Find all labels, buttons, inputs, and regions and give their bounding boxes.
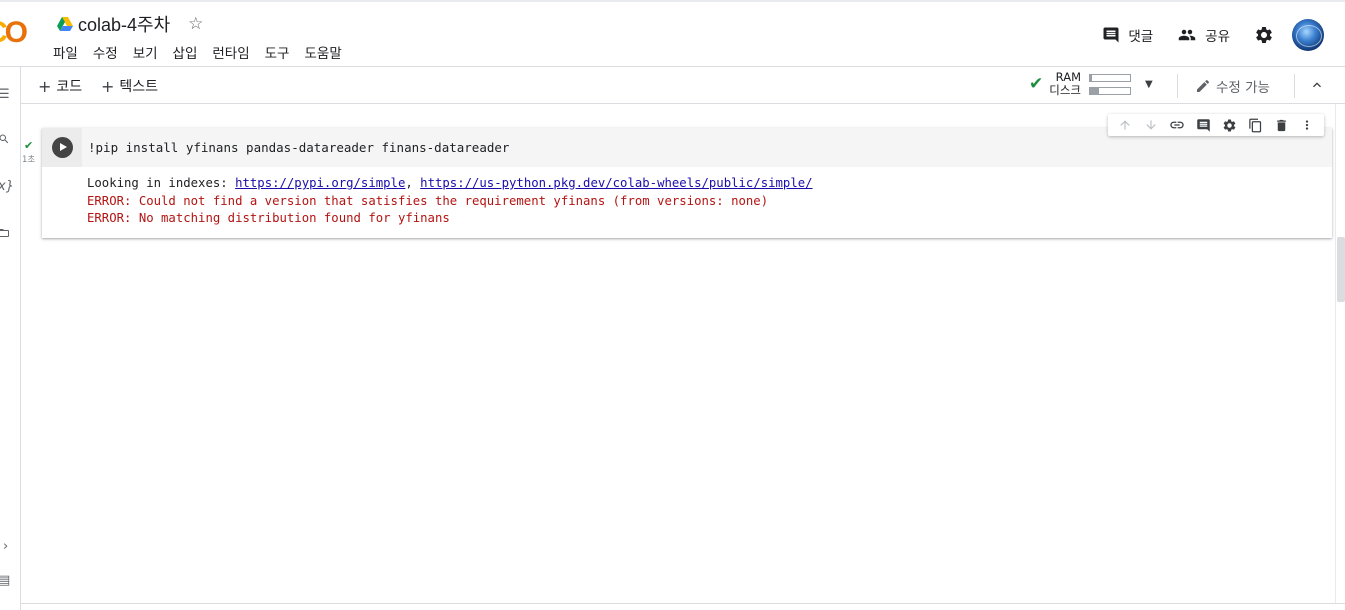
notebook-toolbar: + 코드 + 텍스트 ✔ RAM 디스크 ▼ 수정 가능 [21,67,1345,104]
resource-labels: RAM 디스크 [1049,71,1081,97]
output-separator: , [405,176,421,190]
output-prefix: Looking in indexes: [87,176,236,190]
edit-mode-label: 수정 가능 [1216,80,1270,96]
status-bar [21,603,1345,610]
gear-icon[interactable] [1254,25,1274,45]
scrollbar-thumb[interactable] [1337,237,1345,302]
left-rail: ☰ x} › ▤ [0,67,21,610]
output-error-1: ERROR: Could not find a version that sat… [87,193,769,208]
add-code-button[interactable]: + 코드 [38,76,82,96]
header-top-border [0,0,1345,2]
plus-icon: + [101,76,115,96]
share-label: 공유 [1205,29,1230,45]
terminal-icon[interactable]: ▤ [0,573,10,588]
move-down-icon[interactable] [1142,116,1160,134]
cell-gutter [42,128,82,167]
cell-settings-icon[interactable] [1220,116,1238,134]
pypi-link[interactable]: https://pypi.org/simple [235,176,405,190]
edit-mode-button[interactable]: 수정 가능 [1195,76,1270,96]
menu-tools[interactable]: 도구 [265,42,290,62]
toolbar-divider [1294,74,1295,98]
plus-icon: + [38,76,52,96]
resources-dropdown-icon[interactable]: ▼ [1145,79,1153,90]
colab-logo[interactable]: CO [0,16,28,50]
cell-success-check-icon: ✔ [24,139,34,152]
star-icon[interactable]: ☆ [188,14,203,34]
mirror-cell-icon[interactable] [1246,116,1264,134]
output-error-2: ERROR: No matching distribution found fo… [87,211,450,225]
link-icon[interactable] [1168,116,1186,134]
account-avatar[interactable] [1292,19,1324,51]
variables-icon[interactable]: x} [0,179,14,194]
delete-icon[interactable] [1272,116,1290,134]
menu-edit[interactable]: 수정 [93,42,118,62]
comment-label: 댓글 [1128,29,1154,45]
toc-icon[interactable]: ☰ [0,87,10,102]
code-cell[interactable]: !pip install yfinans pandas-datareader f… [42,128,1332,238]
code-text[interactable]: !pip install yfinans pandas-datareader f… [88,140,509,155]
add-text-label: 텍스트 [119,79,159,95]
add-text-button[interactable]: + 텍스트 [101,76,158,96]
colab-wheels-link[interactable]: https://us-python.pkg.dev/colab-wheels/p… [420,176,812,190]
move-up-icon[interactable] [1116,116,1134,134]
people-icon [1178,29,1196,41]
more-vert-icon[interactable] [1298,116,1316,134]
google-drive-icon [57,17,73,31]
ram-bar-fill [1090,74,1092,81]
resources-indicator[interactable]: ✔ RAM 디스크 ▼ [1029,71,1153,97]
cell-toolbar [1108,114,1324,136]
comment-button[interactable]: 댓글 [1102,25,1153,45]
resource-bars [1089,73,1131,95]
output-line-1: Looking in indexes: https://pypi.org/sim… [87,175,813,193]
menu-insert[interactable]: 삽입 [173,42,198,62]
comment-icon[interactable] [1194,116,1212,134]
disk-label: 디스크 [1049,83,1081,97]
menu-runtime[interactable]: 런타임 [212,42,249,62]
disk-bar-fill [1090,87,1099,94]
title-row: colab-4주차 ☆ [57,12,203,36]
menu-file[interactable]: 파일 [53,42,78,62]
pencil-icon [1197,79,1210,92]
chevron-up-icon[interactable] [1309,77,1325,93]
comment-icon [1103,27,1119,43]
search-icon[interactable] [0,133,10,149]
add-code-label: 코드 [56,79,83,95]
share-button[interactable]: 공유 [1177,25,1230,45]
ram-bar [1089,73,1131,82]
cell-exec-time: 1초 [22,155,36,165]
menu-view[interactable]: 보기 [133,42,158,62]
toolbar-divider [1177,74,1178,98]
disk-bar [1089,86,1131,95]
menu-help[interactable]: 도움말 [304,42,341,62]
chevron-right-icon[interactable]: › [3,539,8,554]
connected-check-icon: ✔ [1029,74,1044,94]
run-cell-button[interactable] [52,137,73,158]
notebook-title[interactable]: colab-4주차 [78,11,170,37]
app-header: CO colab-4주차 ☆ 파일 수정 보기 삽입 런타임 도구 도움말 댓글… [0,0,1345,67]
scrollbar-track[interactable] [1335,104,1345,604]
header-actions: 댓글 공유 [1102,17,1345,53]
cell-output: Looking in indexes: https://pypi.org/sim… [87,175,813,228]
folder-icon[interactable] [0,227,10,243]
menu-bar: 파일 수정 보기 삽입 런타임 도구 도움말 [53,42,357,62]
